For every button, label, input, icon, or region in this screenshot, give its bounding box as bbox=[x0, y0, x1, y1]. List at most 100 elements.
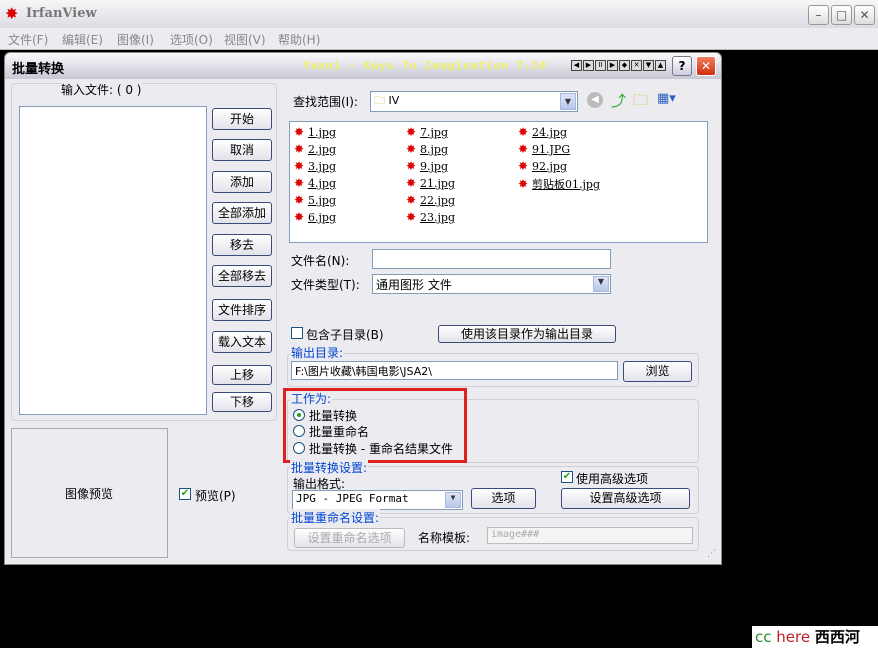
start-button[interactable]: 开始 bbox=[212, 108, 272, 130]
file-item[interactable]: ✸ 21.jpg bbox=[406, 176, 455, 190]
name-template-input[interactable]: image### bbox=[487, 527, 693, 544]
file-item[interactable]: ✸ 2.jpg bbox=[294, 142, 336, 156]
file-item[interactable]: ✸ 8.jpg bbox=[406, 142, 448, 156]
up-folder-icon[interactable]: ⤴ bbox=[611, 90, 626, 111]
file-item[interactable]: ✸ 22.jpg bbox=[406, 193, 455, 207]
sort-files-button[interactable]: 文件排序 bbox=[212, 299, 272, 321]
file-name: 5.jpg bbox=[308, 194, 336, 207]
subdir-checkbox[interactable] bbox=[291, 327, 303, 339]
minimize-button[interactable]: – bbox=[808, 5, 829, 25]
menu-bar: 文件(F) 编辑(E) 图像(I) 选项(O) 视图(V) 帮助(H) bbox=[0, 28, 878, 50]
file-name: 9.jpg bbox=[420, 160, 448, 173]
add-button[interactable]: 添加 bbox=[212, 171, 272, 193]
file-item[interactable]: ✸ 5.jpg bbox=[294, 193, 336, 207]
file-item[interactable]: ✸ 4.jpg bbox=[294, 176, 336, 190]
pause-icon[interactable]: II bbox=[595, 60, 606, 71]
close-player-icon[interactable]: ✕ bbox=[631, 60, 642, 71]
back-icon[interactable]: ◀ bbox=[587, 92, 603, 108]
dialog-titlebar: 批量转换 Yanni - Keys To Imagination 7:24 ◀ … bbox=[5, 53, 721, 79]
help-button[interactable]: ? bbox=[672, 56, 692, 76]
file-list[interactable]: ✸ 1.jpg ✸ 2.jpg ✸ 3.jpg ✸ 4.jpg ✸ 5.jpg ✸ 6.jpg ✸ 7.j… bbox=[289, 121, 708, 243]
menu-view[interactable]: 视图(V) bbox=[224, 31, 266, 48]
cancel-button[interactable]: 取消 bbox=[212, 139, 272, 161]
file-item[interactable]: ✸ 6.jpg bbox=[294, 210, 336, 224]
add-all-button[interactable]: 全部添加 bbox=[212, 202, 272, 224]
dialog-close-button[interactable]: ✕ bbox=[696, 56, 716, 76]
image-file-icon: ✸ bbox=[406, 176, 417, 190]
file-item[interactable]: ✸ 1.jpg bbox=[294, 125, 336, 139]
preview-checkbox[interactable]: ✔ bbox=[179, 488, 191, 500]
image-file-icon: ✸ bbox=[406, 125, 417, 139]
maximize-button[interactable]: □ bbox=[831, 5, 852, 25]
browse-button[interactable]: 浏览 bbox=[623, 361, 692, 382]
watermark-cc: cc bbox=[755, 628, 772, 646]
volume-up-icon[interactable]: ▲ bbox=[655, 60, 666, 71]
move-down-button[interactable]: 下移 bbox=[212, 392, 272, 412]
image-file-icon: ✸ bbox=[406, 159, 417, 173]
use-dir-as-output-button[interactable]: 使用该目录作为输出目录 bbox=[438, 325, 616, 343]
menu-options[interactable]: 选项(O) bbox=[170, 31, 213, 48]
dialog-title: 批量转换 bbox=[12, 62, 65, 77]
output-dir-input[interactable]: F:\图片收藏\韩国电影\JSA2\ bbox=[291, 361, 618, 380]
file-item[interactable]: ✸ 3.jpg bbox=[294, 159, 336, 173]
image-file-icon: ✸ bbox=[518, 177, 529, 191]
chevron-down-icon[interactable]: ▼ bbox=[445, 492, 461, 508]
menu-help[interactable]: 帮助(H) bbox=[278, 31, 320, 48]
file-item[interactable]: ✸ 剪贴板01.jpg bbox=[518, 176, 600, 192]
image-file-icon: ✸ bbox=[294, 142, 305, 156]
input-files-label: 输入文件: ( 0 ) bbox=[61, 81, 142, 98]
remove-button[interactable]: 移去 bbox=[212, 234, 272, 256]
view-menu-icon[interactable]: ▦▾ bbox=[657, 91, 676, 106]
image-file-icon: ✸ bbox=[294, 176, 305, 190]
output-format-combo[interactable]: JPG - JPEG Format ▼ bbox=[292, 490, 463, 510]
file-name: 2.jpg bbox=[308, 143, 336, 156]
move-up-button[interactable]: 上移 bbox=[212, 365, 272, 385]
format-options-button[interactable]: 选项 bbox=[471, 488, 536, 509]
input-files-list[interactable] bbox=[19, 106, 207, 415]
file-item[interactable]: ✸ 91.JPG bbox=[518, 142, 570, 156]
close-button[interactable]: ✕ bbox=[854, 5, 875, 25]
chevron-down-icon[interactable]: ▼ bbox=[560, 93, 576, 110]
stop-icon[interactable]: ◆ bbox=[619, 60, 630, 71]
image-file-icon: ✸ bbox=[518, 125, 529, 139]
lookin-combo[interactable]: 🗀 IV ▼ bbox=[370, 91, 578, 112]
volume-down-icon[interactable]: ▼ bbox=[643, 60, 654, 71]
advanced-options-checkbox-label: 使用高级选项 bbox=[576, 472, 649, 486]
rename-settings-label: 批量重命名设置: bbox=[290, 509, 381, 526]
image-file-icon: ✸ bbox=[406, 210, 417, 224]
file-item[interactable]: ✸ 23.jpg bbox=[406, 210, 455, 224]
file-item[interactable]: ✸ 9.jpg bbox=[406, 159, 448, 173]
menu-file[interactable]: 文件(F) bbox=[8, 31, 48, 48]
load-text-button[interactable]: 载入文本 bbox=[212, 331, 272, 353]
advanced-options-checkbox[interactable]: ✔ bbox=[561, 471, 573, 483]
image-file-icon: ✸ bbox=[406, 142, 417, 156]
filetype-label: 文件类型(T): bbox=[291, 278, 360, 292]
image-area bbox=[722, 78, 878, 648]
image-area-bottom bbox=[0, 565, 878, 648]
file-item[interactable]: ✸ 92.jpg bbox=[518, 159, 567, 173]
prev-track-icon[interactable]: ◀ bbox=[571, 60, 582, 71]
filetype-combo[interactable]: 通用图形 文件 ▼ bbox=[372, 274, 611, 294]
new-folder-icon[interactable]: 🗀 bbox=[633, 90, 648, 115]
lookin-value: IV bbox=[388, 94, 400, 107]
next-track-icon[interactable]: ▶ bbox=[607, 60, 618, 71]
filename-input[interactable] bbox=[372, 249, 611, 269]
menu-image[interactable]: 图像(I) bbox=[117, 31, 154, 48]
app-title: IrfanView bbox=[26, 6, 97, 21]
menu-edit[interactable]: 编辑(E) bbox=[62, 31, 103, 48]
watermark-here: here bbox=[776, 628, 811, 646]
remove-all-button[interactable]: 全部移去 bbox=[212, 265, 272, 287]
file-item[interactable]: ✸ 24.jpg bbox=[518, 125, 567, 139]
set-advanced-options-button[interactable]: 设置高级选项 bbox=[561, 488, 690, 509]
convert-settings-label: 批量转换设置: bbox=[290, 459, 369, 476]
play-icon[interactable]: ▶ bbox=[583, 60, 594, 71]
set-rename-options-button[interactable]: 设置重命名选项 bbox=[294, 528, 405, 548]
file-name: 21.jpg bbox=[420, 177, 455, 190]
chevron-down-icon[interactable]: ▼ bbox=[593, 276, 609, 292]
file-item[interactable]: ✸ 7.jpg bbox=[406, 125, 448, 139]
resize-grip[interactable]: ⋰ bbox=[707, 549, 716, 559]
highlight-box bbox=[283, 388, 467, 463]
app-titlebar: ✸ IrfanView – □ ✕ bbox=[0, 0, 878, 28]
file-name: 7.jpg bbox=[420, 126, 448, 139]
name-template-label: 名称模板: bbox=[418, 531, 471, 545]
